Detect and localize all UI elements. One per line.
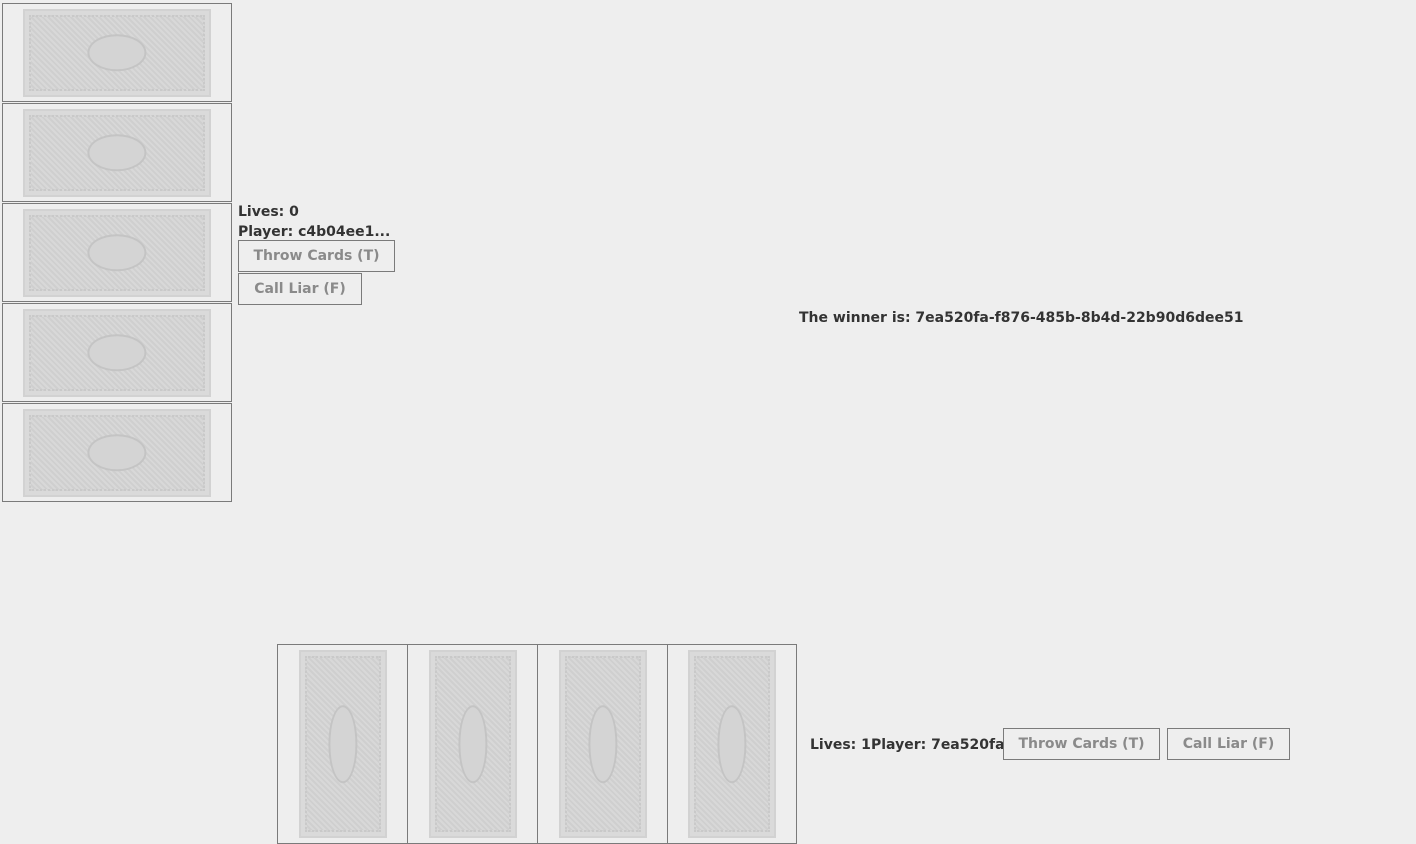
card-back-icon bbox=[428, 650, 517, 838]
opponent-card-slot[interactable] bbox=[2, 103, 232, 202]
opponent-throw-cards-button[interactable]: Throw Cards (T) bbox=[238, 240, 395, 272]
player-throw-cards-button[interactable]: Throw Cards (T) bbox=[1003, 728, 1160, 760]
card-back-icon bbox=[23, 208, 211, 297]
card-back-icon bbox=[23, 108, 211, 197]
opponent-call-liar-button[interactable]: Call Liar (F) bbox=[238, 273, 362, 305]
card-back-icon bbox=[23, 408, 211, 497]
winner-message: The winner is: 7ea520fa-f876-485b-8b4d-2… bbox=[799, 310, 1244, 326]
opponent-card-slot[interactable] bbox=[2, 303, 232, 402]
card-back-icon bbox=[23, 308, 211, 397]
card-back-icon bbox=[688, 650, 776, 838]
opponent-card-slot[interactable] bbox=[2, 3, 232, 102]
player-card-slot[interactable] bbox=[667, 644, 797, 844]
opponent-lives: Lives: 0 bbox=[238, 204, 299, 220]
player-call-liar-button[interactable]: Call Liar (F) bbox=[1167, 728, 1290, 760]
player-id: Player: 7ea520fa... bbox=[871, 737, 1021, 753]
card-back-icon bbox=[298, 650, 387, 838]
player-lives: Lives: 1 bbox=[810, 737, 871, 753]
player-card-slot[interactable] bbox=[277, 644, 408, 844]
player-card-slot[interactable] bbox=[407, 644, 538, 844]
opponent-player-id: Player: c4b04ee1... bbox=[238, 224, 391, 240]
opponent-card-slot[interactable] bbox=[2, 203, 232, 302]
player-card-slot[interactable] bbox=[537, 644, 668, 844]
card-back-icon bbox=[558, 650, 647, 838]
opponent-card-slot[interactable] bbox=[2, 403, 232, 502]
card-back-icon bbox=[23, 8, 211, 97]
